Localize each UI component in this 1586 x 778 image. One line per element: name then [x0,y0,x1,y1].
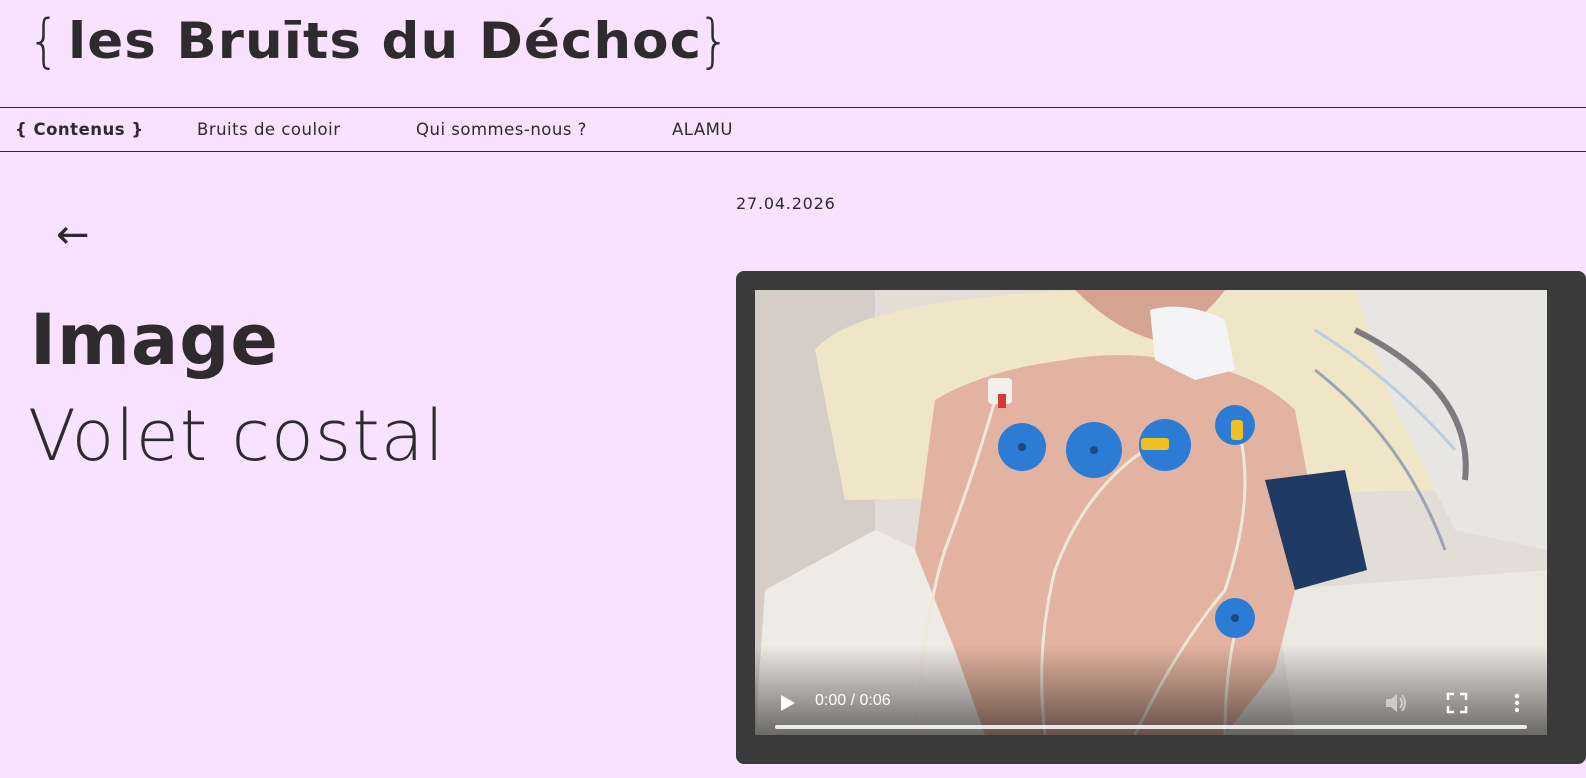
site-title[interactable]: { les Bruīts du Déchoc } [28,6,730,76]
volume-icon[interactable] [1383,690,1409,716]
video-time-display: 0:00 / 0:06 [815,692,891,709]
post-title: Volet costal [28,395,446,477]
video-progress-bar[interactable] [775,725,1527,729]
site-title-text[interactable]: les Bruīts du Déchoc [68,16,702,66]
play-icon[interactable] [775,691,799,715]
fullscreen-icon[interactable] [1445,691,1469,715]
nav-item-bruits-de-couloir[interactable]: Bruits de couloir [197,108,341,151]
main-nav: { Contenus } Bruits de couloir Qui somme… [0,107,1586,152]
video-player-frame: 0:00 / 0:06 [736,271,1586,764]
video-controls: 0:00 / 0:06 [755,645,1547,735]
site-header: { les Bruīts du Déchoc } [0,0,1586,107]
post-date: 27.04.2026 [736,194,836,213]
brace-close: } [698,7,730,75]
more-vertical-icon[interactable] [1507,691,1527,715]
video-player[interactable]: 0:00 / 0:06 [755,290,1547,735]
nav-item-qui-sommes-nous[interactable]: Qui sommes-nous ? [416,108,587,151]
post-category: Image [30,299,279,381]
back-arrow-icon[interactable]: ← [56,210,106,260]
nav-item-contenus[interactable]: { Contenus } [15,108,144,151]
brace-open: { [28,7,60,75]
nav-item-alamu[interactable]: ALAMU [672,108,733,151]
